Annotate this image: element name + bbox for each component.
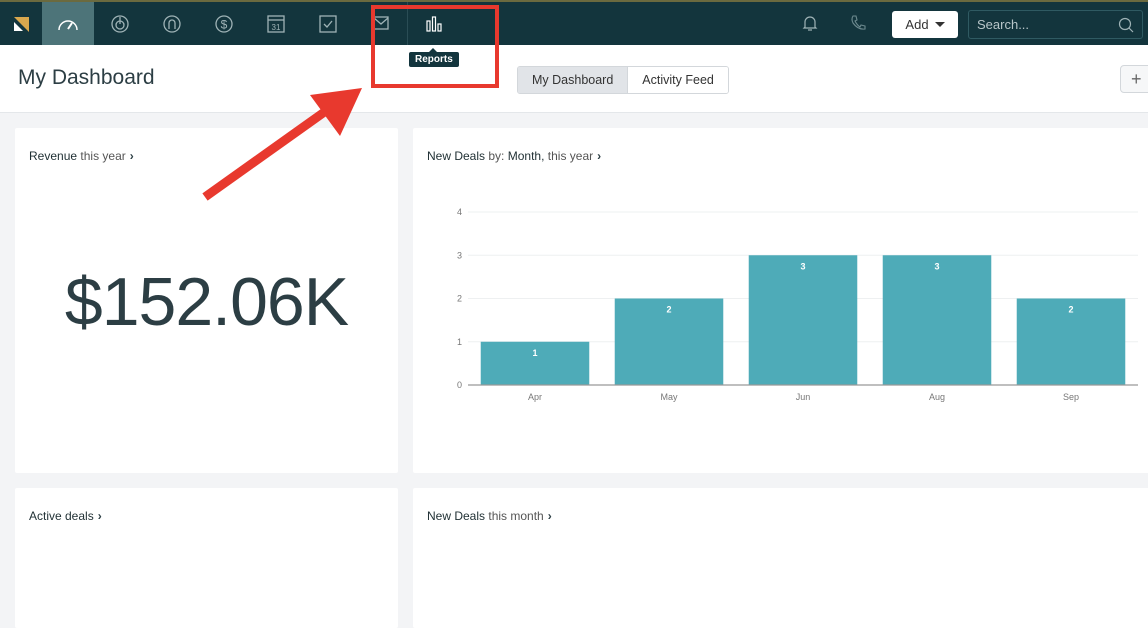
- annotation-arrow: [202, 88, 362, 201]
- arrow-shaft: [202, 104, 333, 201]
